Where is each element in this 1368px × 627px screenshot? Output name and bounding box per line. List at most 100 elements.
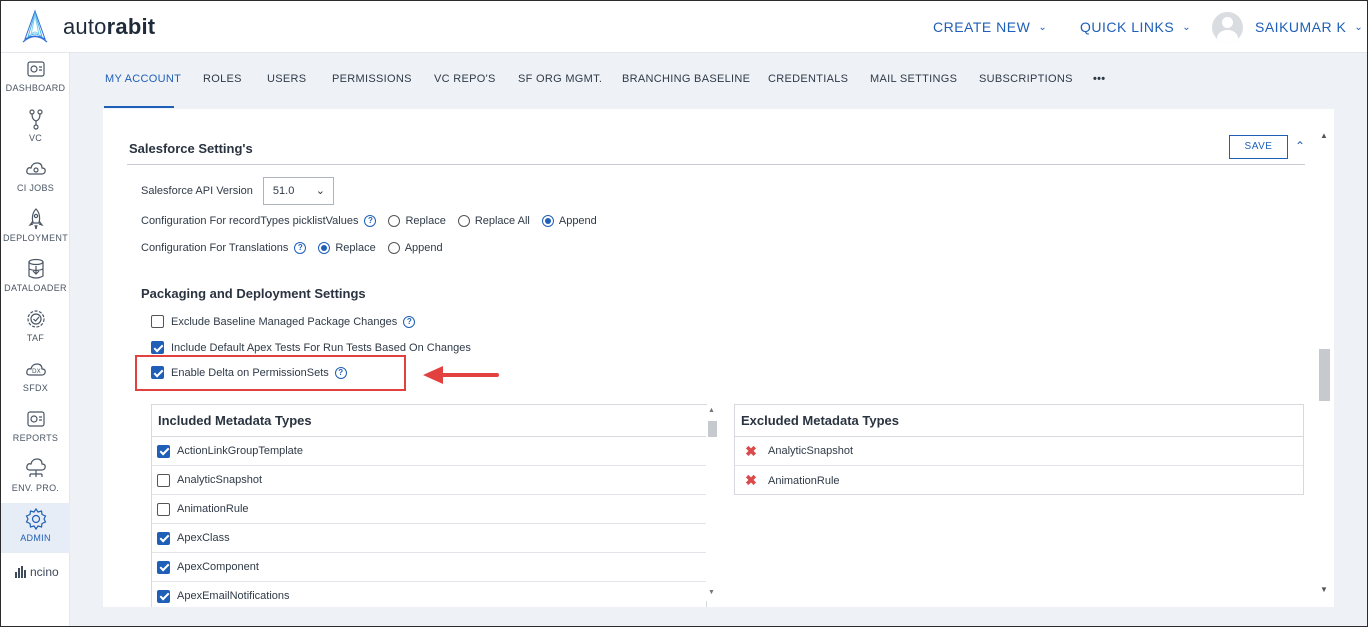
radio-label: Append bbox=[558, 215, 597, 227]
remove-icon[interactable]: ✖ bbox=[742, 472, 760, 489]
record-types-replace-all-radio[interactable] bbox=[457, 215, 470, 227]
sidebar-label: CI JOBS bbox=[16, 183, 55, 193]
packaging-title: Packaging and Deployment Settings bbox=[141, 286, 366, 301]
page-scrollbar[interactable]: ▲ ▼ bbox=[1317, 129, 1332, 599]
chevron-down-icon: ⌄ bbox=[315, 185, 325, 197]
metadata-label: ApexClass bbox=[177, 532, 230, 544]
help-icon[interactable]: ? bbox=[294, 242, 307, 254]
api-version-row: Salesforce API Version 51.0 ⌄ bbox=[141, 177, 334, 205]
sidebar-item-taf[interactable]: TAF bbox=[1, 307, 70, 357]
cloud-gear-icon bbox=[25, 162, 46, 175]
quick-links-menu[interactable]: QUICK LINKS ⌄ bbox=[1080, 19, 1191, 35]
tab-subscriptions[interactable]: SUBSCRIPTIONS bbox=[979, 73, 1073, 85]
sidebar-item-dashboard[interactable]: DASHBOARD bbox=[1, 57, 70, 107]
sidebar-item-env-pro[interactable]: ENV. PRO. bbox=[1, 457, 70, 507]
sidebar-label: ENV. PRO. bbox=[11, 483, 60, 493]
tabs-more-icon[interactable]: ••• bbox=[1093, 73, 1105, 85]
sidebar-item-dataloader[interactable]: DATALOADER bbox=[1, 257, 70, 307]
sidebar-item-reports[interactable]: REPORTS bbox=[1, 407, 70, 457]
arrow-left-icon bbox=[423, 366, 499, 384]
remove-icon[interactable]: ✖ bbox=[742, 443, 760, 460]
tab-mail-settings[interactable]: MAIL SETTINGS bbox=[870, 73, 957, 85]
sidebar-label: VC bbox=[28, 133, 43, 143]
translations-replace-radio[interactable] bbox=[318, 242, 331, 254]
brand-name: autorabit bbox=[63, 14, 156, 39]
sidebar-label: SFDX bbox=[22, 383, 49, 393]
scroll-up-icon[interactable]: ▲ bbox=[708, 407, 715, 414]
metadata-checkbox[interactable] bbox=[157, 444, 170, 458]
gear-icon bbox=[25, 507, 46, 531]
user-avatar[interactable] bbox=[1212, 12, 1243, 43]
scroll-down-icon[interactable]: ▼ bbox=[708, 589, 715, 596]
included-list-scrollbar[interactable]: ▲ ▼ bbox=[706, 405, 719, 601]
scroll-thumb[interactable] bbox=[708, 421, 717, 437]
record-types-append-radio[interactable] bbox=[541, 215, 554, 227]
exclude-baseline-checkbox[interactable] bbox=[151, 315, 164, 328]
tab-vc-repos[interactable]: VC REPO'S bbox=[434, 73, 496, 85]
list-item[interactable]: ApexClass bbox=[152, 524, 706, 553]
chevron-up-icon[interactable]: ⌃ bbox=[1293, 139, 1307, 153]
metadata-label: ApexEmailNotifications bbox=[177, 590, 290, 602]
help-icon[interactable]: ? bbox=[364, 215, 377, 227]
reports-icon bbox=[26, 411, 45, 427]
highlight-box bbox=[135, 355, 406, 391]
list-item[interactable]: AnimationRule bbox=[152, 495, 706, 524]
scroll-thumb[interactable] bbox=[1319, 349, 1330, 401]
sidebar-item-admin[interactable]: ADMIN bbox=[1, 503, 70, 553]
list-item[interactable]: AnalyticSnapshot bbox=[152, 466, 706, 495]
scroll-up-icon[interactable]: ▲ bbox=[1320, 131, 1328, 140]
create-new-label: CREATE NEW bbox=[933, 19, 1031, 35]
metadata-label: ApexComponent bbox=[177, 561, 259, 573]
chevron-down-icon: ⌄ bbox=[1354, 21, 1364, 33]
record-types-replace-radio[interactable] bbox=[388, 215, 401, 227]
user-name: SAIKUMAR K bbox=[1255, 19, 1347, 35]
tab-permissions[interactable]: PERMISSIONS bbox=[332, 73, 412, 85]
create-new-menu[interactable]: CREATE NEW ⌄ bbox=[933, 19, 1047, 35]
metadata-label: AnimationRule bbox=[177, 503, 249, 515]
record-types-label: Configuration For recordTypes picklistVa… bbox=[141, 215, 359, 227]
included-metadata-title: Included Metadata Types bbox=[152, 405, 706, 437]
tab-branching-baseline[interactable]: BRANCHING BASELINE bbox=[622, 73, 750, 85]
cloud-network-icon bbox=[25, 458, 46, 477]
dashboard-icon bbox=[26, 61, 45, 77]
sidebar-item-ci-jobs[interactable]: CI JOBS bbox=[1, 157, 70, 207]
metadata-label: AnalyticSnapshot bbox=[177, 474, 262, 486]
tab-credentials[interactable]: CREDENTIALS bbox=[768, 73, 848, 85]
sidebar-item-deployment[interactable]: DEPLOYMENT bbox=[1, 207, 70, 257]
rocket-icon bbox=[27, 208, 44, 230]
api-version-value: 51.0 bbox=[272, 185, 295, 197]
list-item[interactable]: ApexComponent bbox=[152, 553, 706, 582]
help-icon[interactable]: ? bbox=[403, 315, 416, 328]
sidebar-label: DATALOADER bbox=[4, 283, 67, 293]
translations-append-radio[interactable] bbox=[387, 242, 400, 254]
sidebar-item-vc[interactable]: VC bbox=[1, 107, 70, 157]
user-menu[interactable]: SAIKUMAR K ⌄ bbox=[1255, 19, 1363, 35]
metadata-checkbox[interactable] bbox=[157, 473, 170, 487]
api-version-select[interactable]: 51.0 ⌄ bbox=[262, 177, 334, 205]
tab-roles[interactable]: ROLES bbox=[203, 73, 242, 85]
list-item: ✖ AnalyticSnapshot bbox=[735, 437, 1303, 466]
radio-label: Append bbox=[404, 242, 443, 254]
list-item[interactable]: ActionLinkGroupTemplate bbox=[152, 437, 706, 466]
tab-my-account[interactable]: MY ACCOUNT bbox=[105, 73, 181, 85]
include-default-apex-checkbox[interactable] bbox=[151, 341, 164, 354]
tab-users[interactable]: USERS bbox=[267, 73, 306, 85]
list-item[interactable]: ApexEmailNotifications bbox=[152, 582, 706, 607]
settings-panel: Salesforce Setting's SAVE ⌃ Salesforce A… bbox=[103, 109, 1334, 607]
include-default-apex-label: Include Default Apex Tests For Run Tests… bbox=[171, 341, 471, 354]
tab-sf-org-mgmt[interactable]: SF ORG MGMT. bbox=[518, 73, 602, 85]
radio-label: Replace bbox=[405, 215, 446, 227]
app-window: autorabit CREATE NEW ⌄ QUICK LINKS ⌄ SAI… bbox=[0, 0, 1368, 627]
sidebar-item-sfdx[interactable]: DX SFDX bbox=[1, 357, 70, 407]
brand-logo[interactable]: autorabit bbox=[17, 9, 155, 45]
section-divider bbox=[127, 164, 1305, 165]
metadata-checkbox[interactable] bbox=[157, 589, 170, 603]
radio-label: Replace bbox=[335, 242, 376, 254]
save-button[interactable]: SAVE bbox=[1229, 135, 1288, 159]
metadata-checkbox[interactable] bbox=[157, 560, 170, 574]
ncino-bars-icon bbox=[15, 566, 27, 578]
metadata-checkbox[interactable] bbox=[157, 531, 170, 545]
scroll-down-icon[interactable]: ▼ bbox=[1320, 585, 1328, 594]
excluded-metadata-list: Excluded Metadata Types ✖ AnalyticSnapsh… bbox=[734, 404, 1304, 495]
metadata-checkbox[interactable] bbox=[157, 502, 170, 516]
